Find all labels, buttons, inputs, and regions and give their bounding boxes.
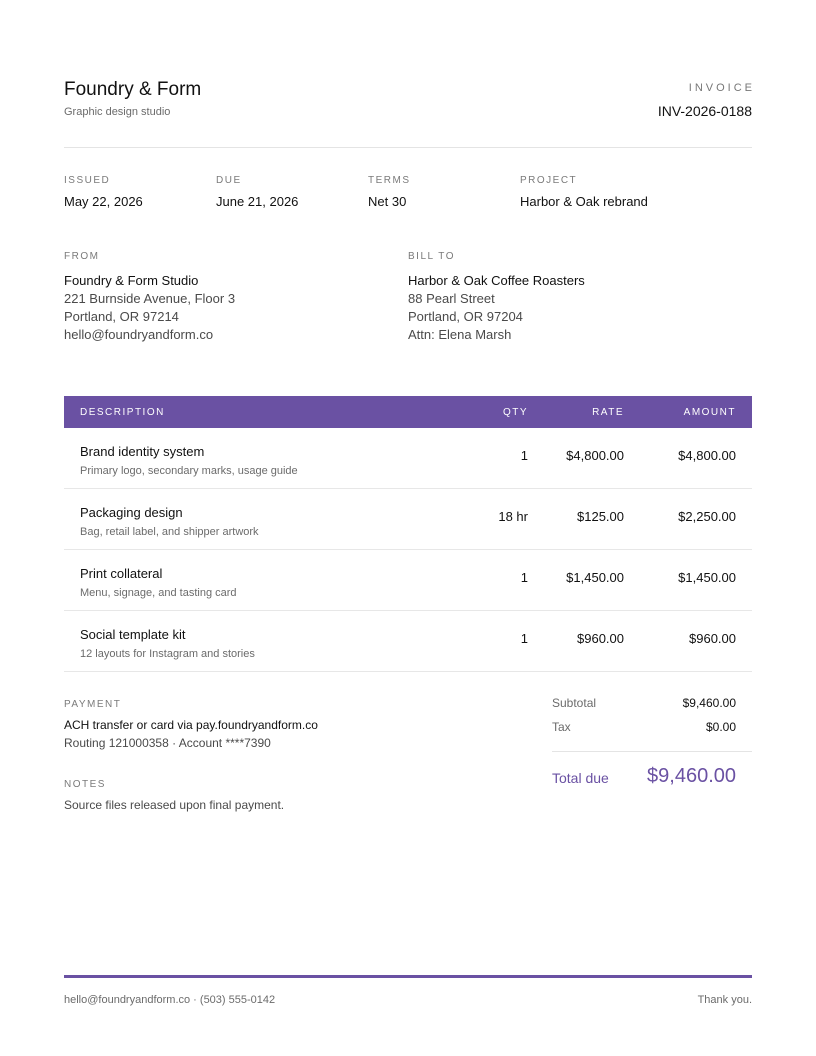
subtotal-label: Subtotal — [552, 696, 597, 710]
table-row: Social template kit 12 layouts for Insta… — [64, 611, 752, 672]
from-line: Foundry & Form Studio — [64, 273, 199, 288]
notes-label: NOTES — [64, 779, 106, 790]
from-line: Portland, OR 97214 — [64, 309, 179, 324]
table-row: Packaging design Bag, retail label, and … — [64, 489, 752, 550]
item-description: Menu, signage, and tasting card — [80, 587, 237, 599]
item-amount: $2,250.00 — [678, 509, 736, 524]
payment-section: PAYMENT ACH transfer or card via pay.fou… — [64, 699, 318, 752]
from-email: hello@foundryandform.co — [64, 327, 214, 342]
item-qty: 1 — [520, 570, 528, 585]
meta-label: DUE — [216, 175, 242, 186]
meta-terms: TERMS Net 30 — [368, 175, 411, 210]
company-name: Foundry & Form — [64, 79, 202, 100]
item-rate: $125.00 — [577, 509, 624, 524]
footer-divider — [64, 975, 752, 978]
subtotal-value: $9,460.00 — [682, 696, 736, 710]
bill-to-line: Attn: Elena Marsh — [408, 327, 512, 342]
meta-label: TERMS — [368, 175, 411, 186]
meta-value: Net 30 — [368, 194, 407, 209]
meta-issued: ISSUED May 22, 2026 — [64, 175, 143, 210]
item-rate: $4,800.00 — [566, 448, 624, 463]
item-description: Primary logo, secondary marks, usage gui… — [80, 465, 298, 477]
item-amount: $960.00 — [689, 631, 736, 646]
header-divider — [64, 147, 752, 148]
notes-section: NOTES Source files released upon final p… — [64, 779, 284, 814]
item-qty: 1 — [520, 448, 528, 463]
table-row: Print collateral Menu, signage, and tast… — [64, 550, 752, 611]
total-due-value: $9,460.00 — [647, 765, 736, 787]
table-row: Brand identity system Primary logo, seco… — [64, 428, 752, 489]
subtotal-row: Subtotal $9,460.00 — [552, 694, 752, 718]
item-rate: $1,450.00 — [566, 570, 624, 585]
tax-label: Tax — [552, 720, 571, 734]
bill-to-label: BILL TO — [408, 251, 456, 262]
invoice-number: INV-2026-0188 — [657, 103, 752, 119]
from-label: FROM — [64, 251, 100, 262]
column-header-amount: AMOUNT — [683, 407, 736, 418]
invoice-page: Foundry & Form Graphic design studio INV… — [64, 0, 752, 1056]
item-qty: 1 — [520, 631, 528, 646]
meta-value: May 22, 2026 — [64, 194, 143, 209]
tax-value: $0.00 — [705, 720, 736, 734]
item-amount: $1,450.00 — [678, 570, 736, 585]
payment-label: PAYMENT — [64, 699, 122, 710]
item-title: Social template kit — [80, 627, 186, 642]
item-title: Brand identity system — [80, 444, 205, 459]
meta-due: DUE June 21, 2026 — [216, 175, 298, 210]
item-description: Bag, retail label, and shipper artwork — [80, 526, 259, 538]
table-header: DESCRIPTION QTY RATE AMOUNT — [64, 396, 752, 428]
meta-label: PROJECT — [520, 175, 578, 186]
bill-to-line: Portland, OR 97204 — [408, 309, 523, 324]
bill-to-line: Harbor & Oak Coffee Roasters — [408, 273, 585, 288]
footer-contact: hello@foundryandform.co · (503) 555-0142 — [64, 994, 276, 1006]
total-due-label: Total due — [552, 770, 609, 786]
payment-method: ACH transfer or card via pay.foundryandf… — [64, 718, 318, 732]
meta-value: Harbor & Oak rebrand — [520, 194, 648, 209]
notes-text: Source files released upon final payment… — [64, 798, 285, 812]
company-tagline: Graphic design studio — [64, 106, 171, 118]
from-line: 221 Burnside Avenue, Floor 3 — [64, 291, 236, 306]
line-items-table: DESCRIPTION QTY RATE AMOUNT Brand identi… — [64, 396, 752, 672]
meta-value: June 21, 2026 — [216, 194, 299, 209]
item-amount: $4,800.00 — [678, 448, 736, 463]
document-type-label: INVOICE — [688, 82, 755, 94]
from-address: FROM Foundry & Form Studio 221 Burnside … — [64, 251, 235, 344]
item-rate: $960.00 — [577, 631, 624, 646]
payment-account: Routing 121000358 · Account ****7390 — [64, 736, 271, 750]
bill-to-address: BILL TO Harbor & Oak Coffee Roasters 88 … — [408, 251, 585, 344]
totals-divider — [552, 751, 752, 752]
bill-to-line: 88 Pearl Street — [408, 291, 495, 306]
footer-thanks: Thank you. — [697, 994, 752, 1006]
meta-label: ISSUED — [64, 175, 111, 186]
column-header-qty: QTY — [502, 407, 528, 418]
item-title: Print collateral — [80, 566, 163, 581]
totals-summary: Subtotal $9,460.00 Tax $0.00 — [552, 694, 752, 742]
tax-row: Tax $0.00 — [552, 718, 752, 742]
item-description: 12 layouts for Instagram and stories — [80, 648, 255, 660]
meta-project: PROJECT Harbor & Oak rebrand — [520, 175, 648, 210]
item-title: Packaging design — [80, 505, 183, 520]
item-qty: 18 hr — [498, 509, 528, 524]
column-header-rate: RATE — [592, 407, 624, 418]
column-header-description: DESCRIPTION — [80, 407, 165, 418]
